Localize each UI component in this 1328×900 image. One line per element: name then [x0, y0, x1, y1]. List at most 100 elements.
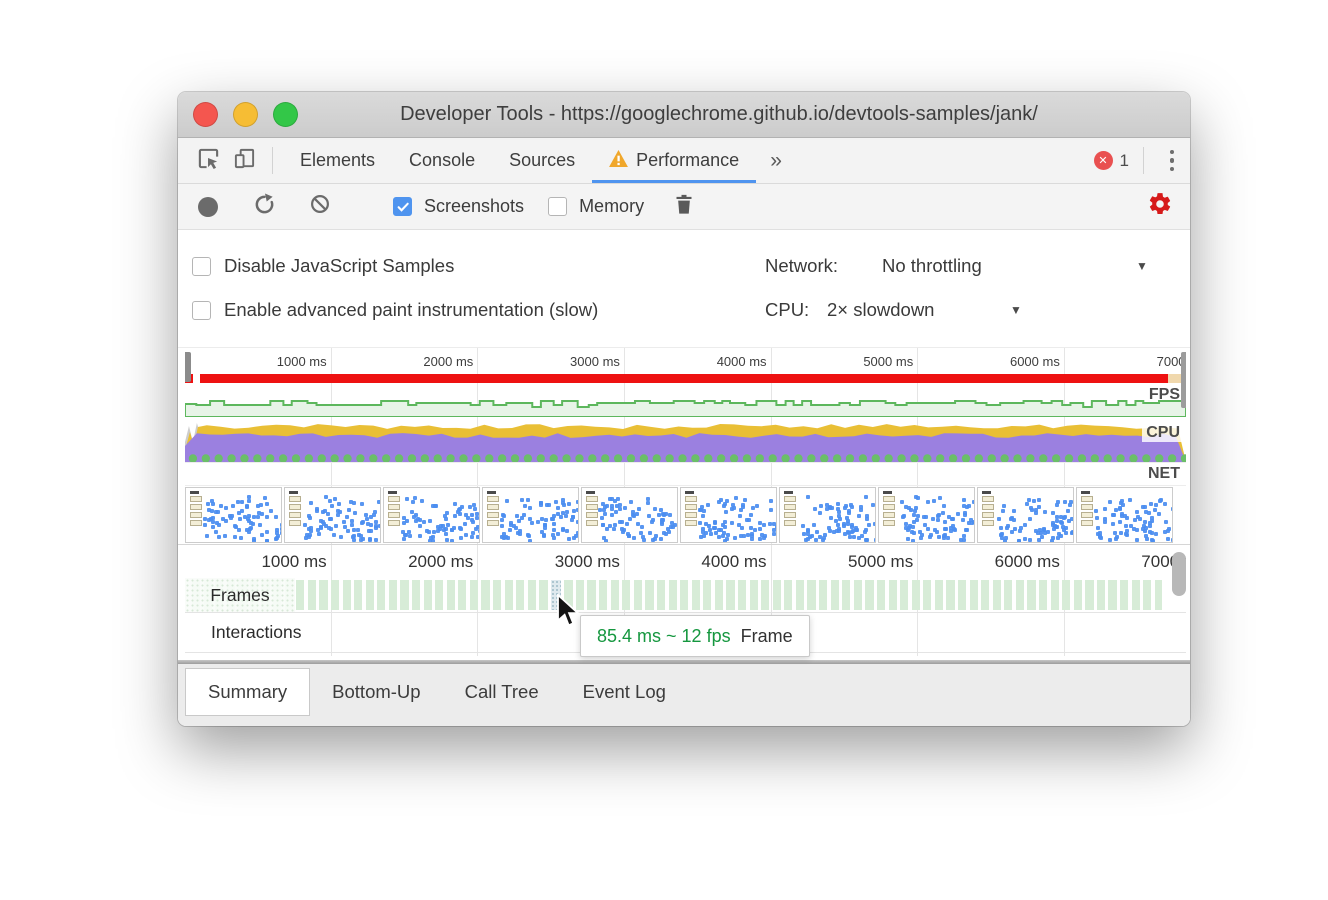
frame-bar[interactable]	[354, 580, 362, 610]
screenshot-thumbnail[interactable]	[680, 487, 777, 543]
frame-bar[interactable]	[726, 580, 734, 610]
chevron-down-icon[interactable]: ▼	[1136, 259, 1148, 273]
cpu-throttling-select[interactable]: 2× slowdown	[827, 299, 934, 321]
screenshot-thumbnail[interactable]	[482, 487, 579, 543]
minimize-button[interactable]	[233, 102, 258, 127]
screenshot-thumbnail[interactable]	[1076, 487, 1173, 543]
frame-bar[interactable]	[761, 580, 769, 610]
delete-recording-button[interactable]	[672, 193, 696, 220]
frame-bar[interactable]	[470, 580, 478, 610]
frame-bar[interactable]	[865, 580, 873, 610]
frame-bar[interactable]	[435, 580, 443, 610]
tab-performance[interactable]: Performance	[592, 138, 756, 183]
frame-bar[interactable]	[1039, 580, 1047, 610]
reload-and-profile-button[interactable]	[252, 193, 276, 221]
frame-bar[interactable]	[900, 580, 908, 610]
screenshot-thumbnail[interactable]	[185, 487, 282, 543]
clear-recording-button[interactable]	[308, 193, 332, 220]
frame-bar[interactable]	[715, 580, 723, 610]
overview-left-handle[interactable]	[185, 352, 191, 382]
frame-bar[interactable]	[819, 580, 827, 610]
frame-bar[interactable]	[622, 580, 630, 610]
frame-bar[interactable]	[389, 580, 397, 610]
frame-bar[interactable]	[680, 580, 688, 610]
frame-bar[interactable]	[854, 580, 862, 610]
frame-bar[interactable]	[296, 580, 304, 610]
frame-bar[interactable]	[539, 580, 547, 610]
console-error-badge[interactable]: ✕ 1	[1094, 138, 1133, 183]
close-button[interactable]	[193, 102, 218, 127]
screenshot-thumbnail[interactable]	[581, 487, 678, 543]
more-tabs-button[interactable]: »	[756, 138, 796, 183]
frame-bar[interactable]	[447, 580, 455, 610]
frame-bar[interactable]	[1051, 580, 1059, 610]
frame-bar[interactable]	[481, 580, 489, 610]
frame-bar[interactable]	[412, 580, 420, 610]
chevron-down-icon[interactable]: ▼	[1010, 303, 1022, 317]
frame-bar[interactable]	[692, 580, 700, 610]
screenshot-thumbnail[interactable]	[977, 487, 1074, 543]
timeline-overview[interactable]: 1000 ms2000 ms3000 ms4000 ms5000 ms6000 …	[178, 348, 1190, 545]
frames-track[interactable]: Frames	[185, 578, 1186, 612]
details-tab-summary[interactable]: Summary	[185, 668, 310, 716]
tab-elements[interactable]: Elements	[283, 138, 392, 183]
frame-bar[interactable]	[807, 580, 815, 610]
frame-bar[interactable]	[645, 580, 653, 610]
screenshot-thumbnail[interactable]	[878, 487, 975, 543]
network-throttling-select[interactable]: No throttling	[882, 255, 982, 277]
details-tab-bottom-up[interactable]: Bottom-Up	[310, 668, 442, 716]
frame-bar[interactable]	[657, 580, 665, 610]
frame-bar[interactable]	[308, 580, 316, 610]
screenshot-thumbnail[interactable]	[284, 487, 381, 543]
frame-bar[interactable]	[1143, 580, 1151, 610]
frame-bar[interactable]	[343, 580, 351, 610]
frame-bar[interactable]	[366, 580, 374, 610]
frame-bar[interactable]	[669, 580, 677, 610]
screenshot-thumbnail[interactable]	[383, 487, 480, 543]
frame-bar[interactable]	[1027, 580, 1035, 610]
overview-right-handle[interactable]	[1181, 352, 1186, 408]
frame-bar[interactable]	[889, 580, 897, 610]
frame-bar[interactable]	[1074, 580, 1082, 610]
vertical-scrollbar-thumb[interactable]	[1172, 552, 1186, 596]
frame-bar[interactable]	[877, 580, 885, 610]
frame-bar[interactable]	[319, 580, 327, 610]
frame-bar[interactable]	[1085, 580, 1093, 610]
frame-bar[interactable]	[912, 580, 920, 610]
disable-js-samples-checkbox[interactable]	[192, 257, 211, 276]
frame-bar[interactable]	[970, 580, 978, 610]
screenshot-thumbnail[interactable]	[779, 487, 876, 543]
frame-bar[interactable]	[1016, 580, 1024, 610]
frame-bar[interactable]	[738, 580, 746, 610]
record-button[interactable]	[198, 197, 218, 217]
frame-bar[interactable]	[1097, 580, 1105, 610]
frame-bar[interactable]	[981, 580, 989, 610]
advanced-paint-checkbox[interactable]	[192, 301, 211, 320]
frame-bar[interactable]	[1155, 580, 1162, 610]
screenshots-checkbox[interactable]: Screenshots	[393, 196, 524, 217]
frame-bar[interactable]	[528, 580, 536, 610]
frame-bar[interactable]	[773, 580, 781, 610]
frame-bar[interactable]	[331, 580, 339, 610]
frame-bar[interactable]	[516, 580, 524, 610]
frame-bar[interactable]	[750, 580, 758, 610]
frame-bar[interactable]	[993, 580, 1001, 610]
frame-bar[interactable]	[1132, 580, 1140, 610]
frame-bar[interactable]	[1062, 580, 1070, 610]
frame-bar[interactable]	[634, 580, 642, 610]
frame-bar[interactable]	[1108, 580, 1116, 610]
frame-bar[interactable]	[784, 580, 792, 610]
frame-bar[interactable]	[599, 580, 607, 610]
frame-bar[interactable]	[796, 580, 804, 610]
zoom-button[interactable]	[273, 102, 298, 127]
frame-bar[interactable]	[458, 580, 466, 610]
frame-bar[interactable]	[935, 580, 943, 610]
frame-bar[interactable]	[505, 580, 513, 610]
frame-bar[interactable]	[493, 580, 501, 610]
frame-bar[interactable]	[946, 580, 954, 610]
capture-settings-button[interactable]	[1142, 189, 1178, 225]
device-toolbar-button[interactable]	[226, 143, 262, 179]
frame-bar[interactable]	[400, 580, 408, 610]
frame-bar[interactable]	[587, 580, 595, 610]
tab-sources[interactable]: Sources	[492, 138, 592, 183]
